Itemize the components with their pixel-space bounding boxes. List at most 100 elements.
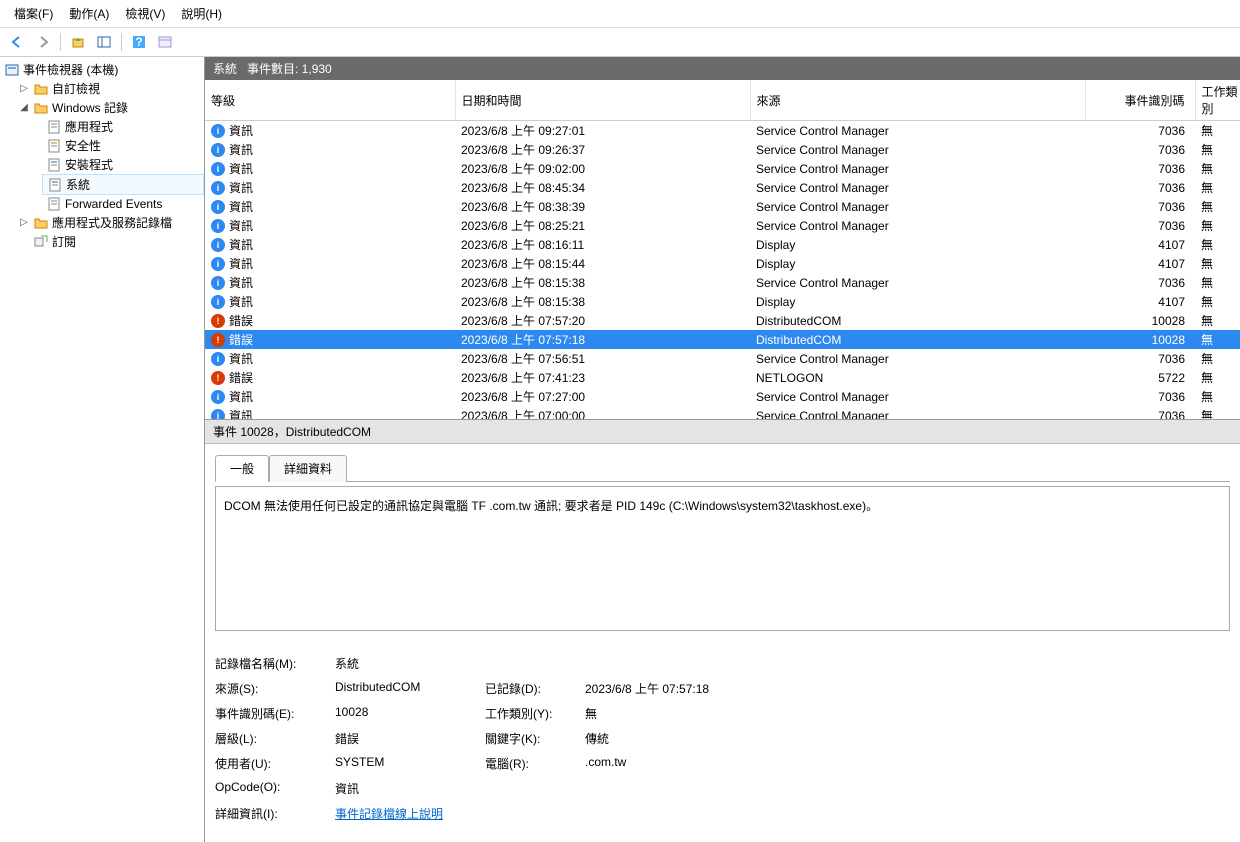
event-task: 無: [1195, 254, 1240, 273]
prop-logname-lbl: 記錄檔名稱(M):: [215, 655, 335, 672]
prop-keywords-lbl: 關鍵字(K):: [485, 730, 585, 747]
event-id: 10028: [1085, 311, 1195, 330]
event-source: Service Control Manager: [750, 273, 1085, 292]
error-icon: !: [211, 314, 225, 328]
event-row[interactable]: i資訊2023/6/8 上午 07:00:00Service Control M…: [205, 406, 1240, 420]
tab-details[interactable]: 詳細資料: [269, 455, 347, 482]
event-row[interactable]: i資訊2023/6/8 上午 07:56:51Service Control M…: [205, 349, 1240, 368]
error-icon: !: [211, 371, 225, 385]
info-icon: i: [211, 390, 225, 404]
event-row[interactable]: i資訊2023/6/8 上午 08:15:44Display4107無: [205, 254, 1240, 273]
navigation-tree[interactable]: 事件檢視器 (本機) ▷ 自訂檢視 ◢ Windows 記錄 應用程式: [0, 57, 205, 842]
event-source: Service Control Manager: [750, 140, 1085, 159]
event-source: DistributedCOM: [750, 311, 1085, 330]
tree-subscriptions[interactable]: 訂閱: [14, 232, 204, 251]
prop-opcode: 資訊: [335, 780, 485, 797]
event-row[interactable]: !錯誤2023/6/8 上午 07:57:20DistributedCOM100…: [205, 311, 1240, 330]
tree-root[interactable]: 事件檢視器 (本機): [0, 60, 204, 79]
info-icon: i: [211, 181, 225, 195]
properties-button[interactable]: [154, 31, 176, 53]
event-id: 7036: [1085, 178, 1195, 197]
tree-label: 應用程式及服務記錄檔: [52, 214, 172, 231]
tree-root-label: 事件檢視器 (本機): [23, 61, 118, 78]
prop-moreinfo-link[interactable]: 事件記錄檔線上說明: [335, 805, 443, 822]
event-row[interactable]: i資訊2023/6/8 上午 08:15:38Display4107無: [205, 292, 1240, 311]
event-row[interactable]: !錯誤2023/6/8 上午 07:41:23NETLOGON5722無: [205, 368, 1240, 387]
event-row[interactable]: i資訊2023/6/8 上午 08:38:39Service Control M…: [205, 197, 1240, 216]
show-hide-tree-button[interactable]: [93, 31, 115, 53]
event-row[interactable]: !錯誤2023/6/8 上午 07:57:18DistributedCOM100…: [205, 330, 1240, 349]
event-source: Service Control Manager: [750, 216, 1085, 235]
event-row[interactable]: i資訊2023/6/8 上午 07:27:00Service Control M…: [205, 387, 1240, 406]
event-id: 7036: [1085, 387, 1195, 406]
subscription-icon: [33, 234, 49, 250]
back-button[interactable]: [6, 31, 28, 53]
help-button[interactable]: ?: [128, 31, 150, 53]
tree-item-application[interactable]: 應用程式: [42, 117, 204, 136]
menu-action[interactable]: 動作(A): [61, 3, 117, 24]
toolbar-sep: [60, 33, 61, 51]
event-row[interactable]: i資訊2023/6/8 上午 09:26:37Service Control M…: [205, 140, 1240, 159]
tab-general[interactable]: 一般: [215, 455, 269, 482]
tree-label: 自訂檢視: [52, 80, 100, 97]
event-id: 7036: [1085, 197, 1195, 216]
event-source: Display: [750, 254, 1085, 273]
prop-taskcat: 無: [585, 705, 597, 722]
prop-opcode-lbl: OpCode(O):: [215, 780, 335, 797]
col-date[interactable]: 日期和時間: [455, 80, 750, 121]
menu-view[interactable]: 檢視(V): [117, 3, 173, 24]
event-source: Display: [750, 235, 1085, 254]
event-datetime: 2023/6/8 上午 07:41:23: [455, 368, 750, 387]
event-source: NETLOGON: [750, 368, 1085, 387]
tree-label: 應用程式: [65, 118, 113, 135]
prop-source: DistributedCOM: [335, 680, 485, 697]
event-id: 5722: [1085, 368, 1195, 387]
col-source[interactable]: 來源: [750, 80, 1085, 121]
log-count: 事件數目: 1,930: [247, 60, 332, 77]
folder-icon: [33, 81, 49, 97]
event-datetime: 2023/6/8 上午 09:26:37: [455, 140, 750, 159]
prop-id-lbl: 事件識別碼(E):: [215, 705, 335, 722]
prop-moreinfo-lbl: 詳細資訊(I):: [215, 805, 335, 822]
forward-button[interactable]: [32, 31, 54, 53]
event-task: 無: [1195, 273, 1240, 292]
tree-item-security[interactable]: 安全性: [42, 136, 204, 155]
col-eventid[interactable]: 事件識別碼: [1085, 80, 1195, 121]
event-task: 無: [1195, 330, 1240, 349]
col-level[interactable]: 等級: [205, 80, 455, 121]
event-id: 7036: [1085, 121, 1195, 141]
tree-windows-logs[interactable]: ◢ Windows 記錄: [14, 98, 204, 117]
event-task: 無: [1195, 311, 1240, 330]
event-row[interactable]: i資訊2023/6/8 上午 09:27:01Service Control M…: [205, 121, 1240, 141]
event-row[interactable]: i資訊2023/6/8 上午 08:25:21Service Control M…: [205, 216, 1240, 235]
col-task[interactable]: 工作類別: [1195, 80, 1240, 121]
event-datetime: 2023/6/8 上午 08:45:34: [455, 178, 750, 197]
event-row[interactable]: i資訊2023/6/8 上午 08:15:38Service Control M…: [205, 273, 1240, 292]
tree-item-setup[interactable]: 安裝程式: [42, 155, 204, 174]
tree-item-forwarded[interactable]: Forwarded Events: [42, 195, 204, 213]
log-icon: [46, 196, 62, 212]
event-task: 無: [1195, 197, 1240, 216]
tree-custom-views[interactable]: ▷ 自訂檢視: [14, 79, 204, 98]
expand-icon[interactable]: ▷: [18, 83, 30, 95]
event-level: 錯誤: [229, 312, 253, 329]
up-button[interactable]: [67, 31, 89, 53]
event-row[interactable]: i資訊2023/6/8 上午 09:02:00Service Control M…: [205, 159, 1240, 178]
event-properties: 記錄檔名稱(M):系統 來源(S):DistributedCOM已記錄(D):2…: [215, 651, 1230, 826]
event-list[interactable]: 等級 日期和時間 來源 事件識別碼 工作類別 i資訊2023/6/8 上午 09…: [205, 80, 1240, 420]
menu-file[interactable]: 檔案(F): [6, 3, 61, 24]
event-source: Service Control Manager: [750, 349, 1085, 368]
event-row[interactable]: i資訊2023/6/8 上午 08:45:34Service Control M…: [205, 178, 1240, 197]
log-icon: [46, 119, 62, 135]
event-datetime: 2023/6/8 上午 08:38:39: [455, 197, 750, 216]
prop-computer-lbl: 電腦(R):: [485, 755, 585, 772]
event-row[interactable]: i資訊2023/6/8 上午 08:16:11Display4107無: [205, 235, 1240, 254]
event-level: 資訊: [229, 293, 253, 310]
prop-id: 10028: [335, 705, 485, 722]
tree-item-system[interactable]: 系統: [42, 174, 204, 195]
expand-icon[interactable]: ▷: [18, 217, 30, 229]
tree-app-services-logs[interactable]: ▷ 應用程式及服務記錄檔: [14, 213, 204, 232]
menu-help[interactable]: 說明(H): [173, 3, 230, 24]
column-header-row[interactable]: 等級 日期和時間 來源 事件識別碼 工作類別: [205, 80, 1240, 121]
collapse-icon[interactable]: ◢: [18, 102, 30, 114]
